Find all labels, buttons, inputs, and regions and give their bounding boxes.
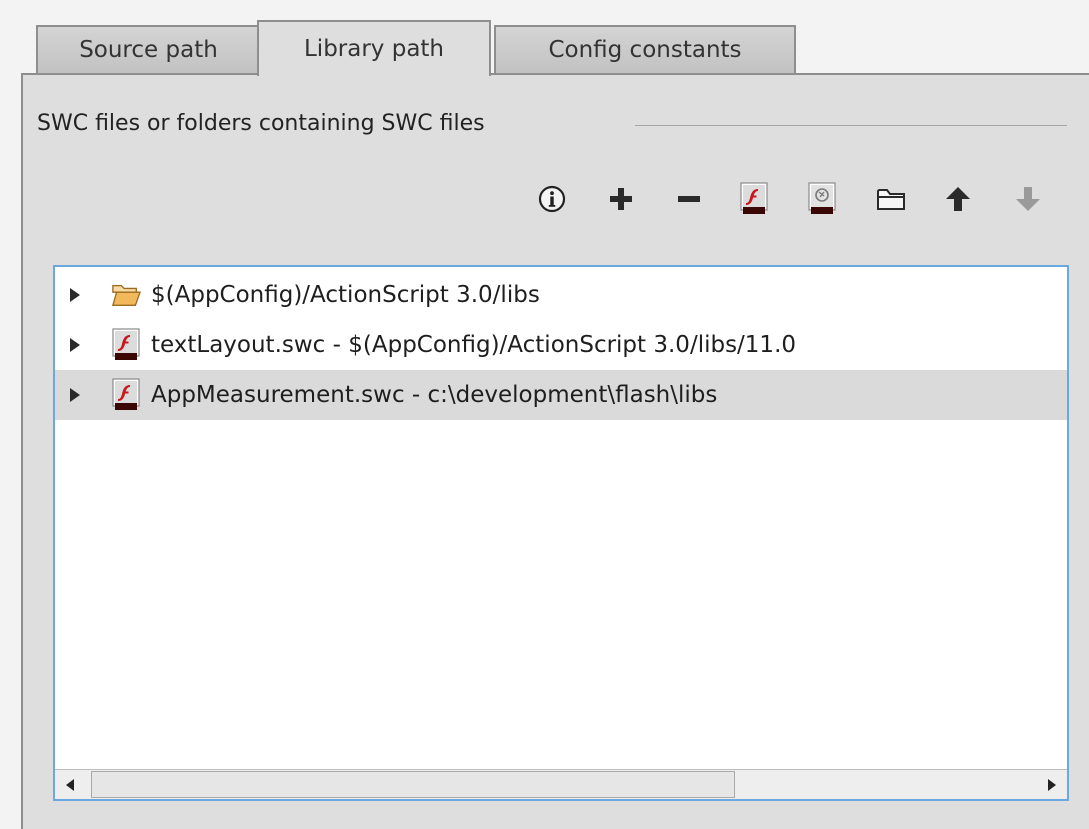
list-item-label: textLayout.swc - $(AppConfig)/ActionScri… [151, 332, 797, 358]
tab-library-path[interactable]: Library path [257, 20, 491, 76]
tab-panel: SWC files or folders containing SWC file… [21, 73, 1089, 829]
library-path-list[interactable]: $(AppConfig)/ActionScript 3.0/libs textL… [53, 265, 1069, 801]
info-icon [538, 185, 566, 213]
add-ane-button[interactable] [804, 180, 840, 218]
scroll-left-icon [66, 778, 74, 791]
remove-button[interactable] [671, 180, 707, 218]
browse-folder-button[interactable] [873, 180, 909, 218]
move-up-button[interactable] [940, 180, 976, 218]
tab-label: Library path [303, 36, 445, 62]
list-item-label: $(AppConfig)/ActionScript 3.0/libs [151, 282, 540, 308]
tab-label: Config constants [548, 37, 742, 63]
add-swc-button[interactable] [736, 180, 772, 218]
scroll-left-button[interactable] [55, 770, 85, 799]
expand-arrow-icon[interactable] [69, 287, 83, 303]
folder-icon [877, 189, 905, 210]
tab-config-constants[interactable]: Config constants [494, 25, 796, 73]
swc-file-icon [111, 327, 141, 363]
add-swc-icon [740, 182, 768, 214]
add-ane-icon [808, 182, 836, 214]
remove-icon [678, 196, 700, 202]
swc-file-icon [111, 377, 141, 413]
list-item-selected[interactable]: AppMeasurement.swc - c:\development\flas… [55, 370, 1067, 420]
library-path-settings: Source path Library path Config constant… [0, 0, 1089, 829]
expand-arrow-icon[interactable] [69, 337, 83, 353]
tab-label: Source path [79, 37, 218, 63]
expand-arrow-icon[interactable] [69, 387, 83, 403]
move-down-button[interactable] [1010, 180, 1046, 218]
section-divider [635, 125, 1067, 126]
add-button[interactable] [603, 180, 639, 218]
scroll-right-icon [1048, 778, 1056, 791]
list-item[interactable]: textLayout.swc - $(AppConfig)/ActionScri… [55, 320, 1067, 370]
move-down-icon [1016, 187, 1040, 211]
add-icon [610, 188, 632, 210]
open-folder-icon [111, 277, 141, 313]
tab-source-path[interactable]: Source path [36, 25, 261, 73]
horizontal-scrollbar[interactable] [55, 769, 1067, 799]
list-item[interactable]: $(AppConfig)/ActionScript 3.0/libs [55, 270, 1067, 320]
scrollbar-thumb[interactable] [91, 771, 735, 798]
info-button[interactable] [534, 180, 570, 218]
list-item-label: AppMeasurement.swc - c:\development\flas… [151, 382, 718, 408]
section-title: SWC files or folders containing SWC file… [37, 111, 485, 136]
move-up-icon [946, 187, 970, 211]
scroll-right-button[interactable] [1037, 770, 1067, 799]
